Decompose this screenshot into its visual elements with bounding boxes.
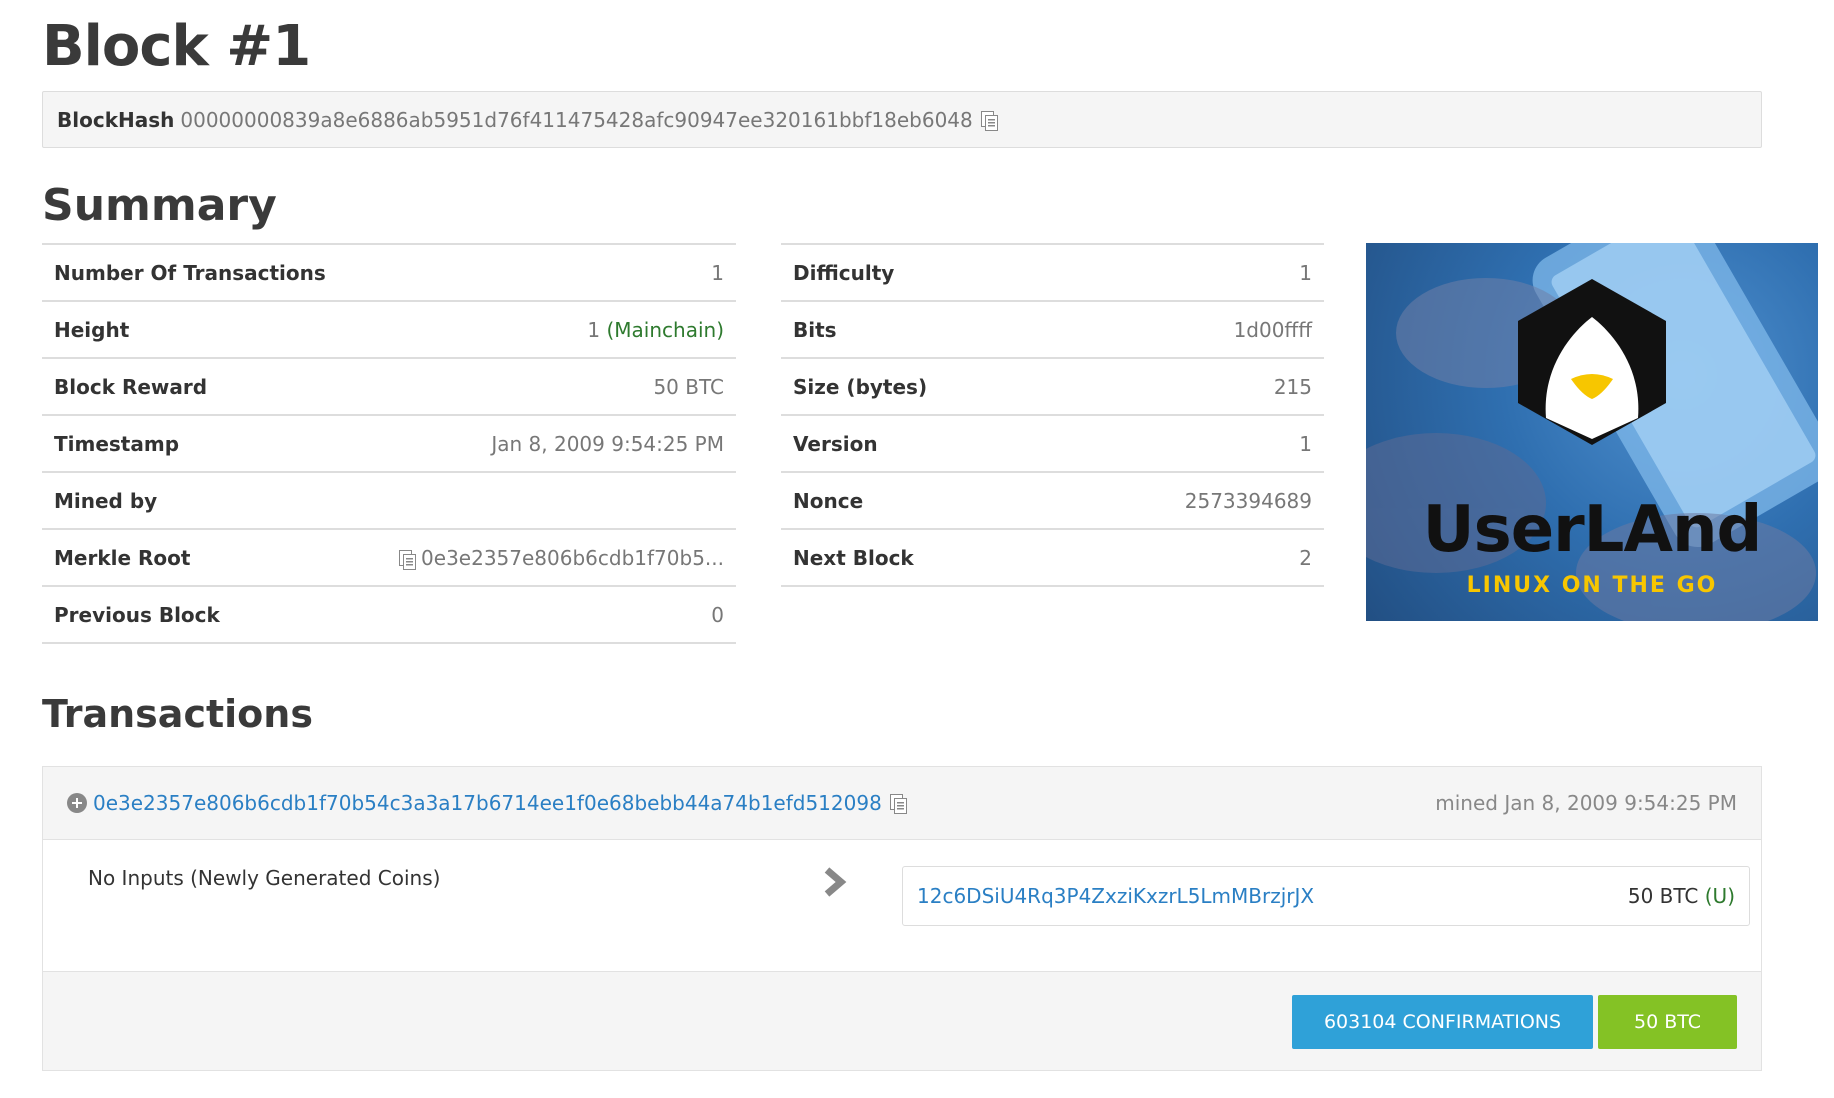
ad-tagline: LINUX ON THE GO <box>1466 573 1718 598</box>
page-title: Block #1 <box>42 14 311 79</box>
output-address-link[interactable]: 12c6DSiU4Rq3P4ZxziKxzrL5LmMBrzjrJX <box>917 884 1314 908</box>
stat-value: 1 <box>1299 260 1312 285</box>
stat-row: Block Reward 50 BTC <box>42 359 736 416</box>
transaction-card: 0e3e2357e806b6cdb1f70b54c3a3a17b6714ee1f… <box>42 766 1762 1071</box>
transaction-output: 12c6DSiU4Rq3P4ZxziKxzrL5LmMBrzjrJX 50 BT… <box>902 866 1750 926</box>
stat-row: Previous Block 0 <box>42 587 736 644</box>
stat-label: Height <box>54 317 130 342</box>
output-amount-value: 50 BTC <box>1627 884 1699 908</box>
stat-label: Size (bytes) <box>793 374 928 399</box>
stat-row: Number Of Transactions 1 <box>42 245 736 302</box>
stat-row: Version 1 <box>781 416 1324 473</box>
stat-row: Bits 1d00ffff <box>781 302 1324 359</box>
chevron-right-icon <box>824 867 847 897</box>
merkle-root-value: 0e3e2357e806b6cdb1f70b5... <box>421 545 724 570</box>
stat-row: Nonce 2573394689 <box>781 473 1324 530</box>
stat-row: Merkle Root 0e3e2357e806b6cdb1f70b5... <box>42 530 736 587</box>
stat-label: Version <box>793 431 878 456</box>
unspent-flag: (U) <box>1704 884 1735 908</box>
summary-table-right: Difficulty 1 Bits 1d00ffff Size (bytes) … <box>781 243 1324 587</box>
output-amount: 50 BTC (U) <box>1628 884 1735 908</box>
stat-row: Mined by <box>42 473 736 530</box>
userland-ad[interactable]: UserLAnd LINUX ON THE GO <box>1366 243 1818 621</box>
transaction-hash-link[interactable]: 0e3e2357e806b6cdb1f70b54c3a3a17b6714ee1f… <box>93 791 882 815</box>
stat-value: 0e3e2357e806b6cdb1f70b5... <box>399 546 724 570</box>
stat-row: Size (bytes) 215 <box>781 359 1324 416</box>
stat-value: 1 (Mainchain) <box>587 318 724 342</box>
stat-row: Difficulty 1 <box>781 245 1324 302</box>
stat-label: Merkle Root <box>54 545 191 570</box>
blockhash-bar: BlockHash 00000000839a8e6886ab5951d76f41… <box>42 91 1762 148</box>
stat-value: 1d00ffff <box>1233 317 1312 342</box>
stat-label: Difficulty <box>793 260 895 285</box>
stat-row: Height 1 (Mainchain) <box>42 302 736 359</box>
transactions-title: Transactions <box>42 692 313 736</box>
height-value: 1 <box>587 317 601 342</box>
transaction-inputs: No Inputs (Newly Generated Coins) <box>88 866 441 890</box>
ad-brand: UserLAnd <box>1422 493 1763 567</box>
transaction-header: 0e3e2357e806b6cdb1f70b54c3a3a17b6714ee1f… <box>43 767 1761 840</box>
stat-label: Nonce <box>793 488 864 513</box>
stat-label: Next Block <box>793 545 914 570</box>
transaction-mined-time: mined Jan 8, 2009 9:54:25 PM <box>1435 791 1737 815</box>
transaction-footer: 603104 CONFIRMATIONS 50 BTC <box>43 972 1761 1072</box>
stat-label: Timestamp <box>54 431 180 456</box>
stat-row: Timestamp Jan 8, 2009 9:54:25 PM <box>42 416 736 473</box>
transaction-body: No Inputs (Newly Generated Coins) 12c6DS… <box>43 840 1761 972</box>
copy-icon[interactable] <box>889 794 907 814</box>
summary-title: Summary <box>42 180 277 231</box>
total-amount-button[interactable]: 50 BTC <box>1598 995 1737 1049</box>
stat-value: 1 <box>1299 431 1312 456</box>
stat-label: Previous Block <box>54 602 220 627</box>
previous-block-link[interactable]: 0 <box>711 603 724 627</box>
stat-value: 215 <box>1273 374 1312 399</box>
stat-value: 2573394689 <box>1184 488 1312 513</box>
copy-icon[interactable] <box>399 550 417 570</box>
mainchain-label: (Mainchain) <box>606 317 724 342</box>
stat-label: Bits <box>793 317 837 342</box>
stat-value: Jan 8, 2009 9:54:25 PM <box>491 431 724 456</box>
next-block-link[interactable]: 2 <box>1299 546 1312 570</box>
stat-label: Block Reward <box>54 374 208 399</box>
stat-label: Number Of Transactions <box>54 260 326 285</box>
confirmations-button[interactable]: 603104 CONFIRMATIONS <box>1292 995 1593 1049</box>
stat-value: 50 BTC <box>653 374 724 399</box>
copy-icon[interactable] <box>980 110 998 131</box>
summary-table-left: Number Of Transactions 1 Height 1 (Mainc… <box>42 243 736 644</box>
stat-row: Next Block 2 <box>781 530 1324 587</box>
expand-icon[interactable] <box>67 793 87 813</box>
blockhash-value[interactable]: 00000000839a8e6886ab5951d76f411475428afc… <box>180 108 972 132</box>
blockhash-label: BlockHash <box>57 107 175 132</box>
stat-label: Mined by <box>54 488 158 513</box>
stat-value: 1 <box>711 260 724 285</box>
